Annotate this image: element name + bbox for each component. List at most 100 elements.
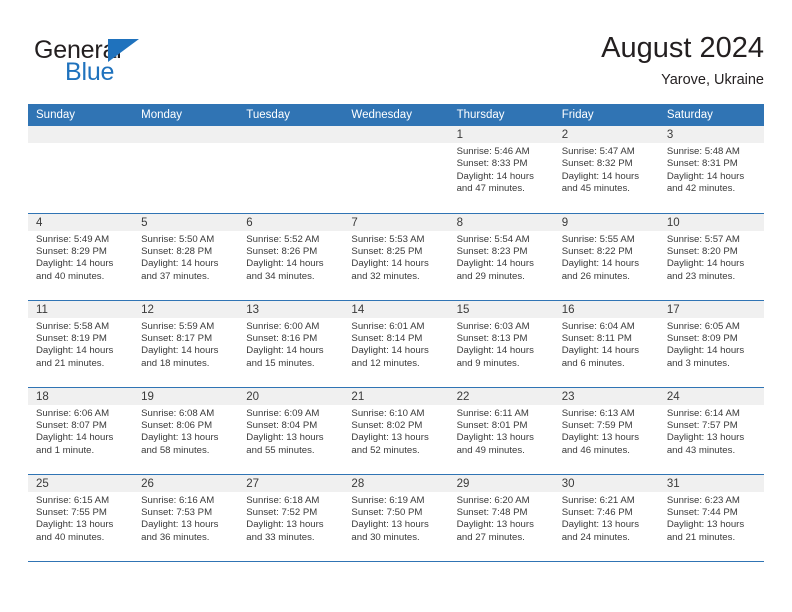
calendar-day-cell[interactable]: 19 Sunrise: 6:08 AM Sunset: 8:06 PM Dayligh… xyxy=(133,386,239,474)
calendar-day-cell[interactable]: 20 Sunrise: 6:09 AM Sunset: 8:04 PM Dayligh… xyxy=(238,386,344,474)
daylight-text-line1: Daylight: 13 hours xyxy=(561,432,640,444)
day-number: 30 xyxy=(553,474,659,492)
calendar-day-cell[interactable]: 10 Sunrise: 5:57 AM Sunset: 8:20 PM Dayligh… xyxy=(658,212,764,300)
calendar-day-cell[interactable]: 18 Sunrise: 6:06 AM Sunset: 8:07 PM Dayligh… xyxy=(28,386,134,474)
day-number: 19 xyxy=(133,387,239,405)
calendar-day-cell[interactable]: 25 Sunrise: 6:15 AM Sunset: 7:55 PM Dayligh… xyxy=(28,473,134,561)
day-details: Sunrise: 6:08 AM Sunset: 8:06 PM Daylight:… xyxy=(133,405,238,458)
calendar-week-row: 4 Sunrise: 5:49 AM Sunset: 8:29 PM Daylight… xyxy=(28,212,764,300)
calendar-day-cell[interactable]: 30 Sunrise: 6:21 AM Sunset: 7:46 PM Dayligh… xyxy=(553,473,659,561)
day-number xyxy=(238,126,344,143)
calendar-day-cell[interactable]: 8 Sunrise: 5:54 AM Sunset: 8:23 PM Daylight… xyxy=(448,212,554,300)
daylight-text-line2: and 29 minutes. xyxy=(456,270,525,282)
calendar-day-cell[interactable]: 2 Sunrise: 5:47 AM Sunset: 8:32 PM Daylight… xyxy=(553,126,659,213)
calendar-day-cell[interactable]: 28 Sunrise: 6:19 AM Sunset: 7:50 PM Dayligh… xyxy=(343,473,449,561)
daylight-text-line2: and 40 minutes. xyxy=(36,531,105,543)
calendar-day-cell-empty xyxy=(343,126,449,213)
logo-text-blue: Blue xyxy=(65,58,115,86)
calendar-week-row: 1 Sunrise: 5:46 AM Sunset: 8:33 PM Daylight… xyxy=(28,126,764,213)
calendar-day-cell[interactable]: 4 Sunrise: 5:49 AM Sunset: 8:29 PM Daylight… xyxy=(28,212,134,300)
sunset-text: Sunset: 8:14 PM xyxy=(351,332,423,344)
calendar-day-cell[interactable]: 12 Sunrise: 5:59 AM Sunset: 8:17 PM Dayligh… xyxy=(133,299,239,387)
weekday-header-wednesday: Wednesday xyxy=(343,104,449,126)
sunrise-text: Sunrise: 6:10 AM xyxy=(351,407,425,419)
sunset-text: Sunset: 8:23 PM xyxy=(456,245,528,257)
daylight-text-line1: Daylight: 14 hours xyxy=(351,345,429,357)
sunrise-text: Sunrise: 6:14 AM xyxy=(666,407,740,419)
daylight-text-line1: Daylight: 14 hours xyxy=(141,258,219,270)
day-details: Sunrise: 5:50 AM Sunset: 8:28 PM Daylight:… xyxy=(133,231,238,284)
day-details: Sunrise: 5:55 AM Sunset: 8:22 PM Daylight:… xyxy=(554,231,659,284)
calendar-day-cell[interactable]: 17 Sunrise: 6:05 AM Sunset: 8:09 PM Dayligh… xyxy=(658,299,764,387)
daylight-text-line2: and 36 minutes. xyxy=(141,531,210,543)
calendar-day-cell[interactable]: 9 Sunrise: 5:55 AM Sunset: 8:22 PM Daylight… xyxy=(553,212,659,300)
calendar-day-cell[interactable]: 24 Sunrise: 6:14 AM Sunset: 7:57 PM Dayligh… xyxy=(658,386,764,474)
daylight-text-line2: and 1 minute. xyxy=(36,444,95,456)
calendar-day-cell[interactable]: 16 Sunrise: 6:04 AM Sunset: 8:11 PM Dayligh… xyxy=(553,299,659,387)
calendar-day-cell[interactable]: 14 Sunrise: 6:01 AM Sunset: 8:14 PM Dayligh… xyxy=(343,299,449,387)
weekday-header-monday: Monday xyxy=(133,104,239,126)
daylight-text-line2: and 58 minutes. xyxy=(141,444,210,456)
day-details: Sunrise: 5:48 AM Sunset: 8:31 PM Daylight:… xyxy=(659,143,764,196)
day-number: 8 xyxy=(448,213,554,231)
title-block: August 2024 Yarove, Ukraine xyxy=(601,30,764,91)
daylight-text-line2: and 52 minutes. xyxy=(351,444,420,456)
calendar-day-cell[interactable]: 7 Sunrise: 5:53 AM Sunset: 8:25 PM Daylight… xyxy=(343,212,449,300)
sunset-text: Sunset: 7:57 PM xyxy=(666,419,738,431)
daylight-text-line1: Daylight: 14 hours xyxy=(666,345,745,357)
day-details: Sunrise: 5:46 AM Sunset: 8:33 PM Daylight:… xyxy=(449,143,554,196)
daylight-text-line1: Daylight: 14 hours xyxy=(141,345,219,357)
calendar-day-cell[interactable]: 26 Sunrise: 6:16 AM Sunset: 7:53 PM Dayligh… xyxy=(133,473,239,561)
daylight-text-line1: Daylight: 13 hours xyxy=(246,519,324,531)
day-details: Sunrise: 6:11 AM Sunset: 8:01 PM Daylight:… xyxy=(449,405,554,458)
calendar-day-cell-empty xyxy=(238,126,344,213)
sunset-text: Sunset: 7:53 PM xyxy=(141,506,213,518)
daylight-text-line1: Daylight: 13 hours xyxy=(666,432,745,444)
daylight-text-line1: Daylight: 13 hours xyxy=(666,519,745,531)
sunset-text: Sunset: 7:46 PM xyxy=(561,506,633,518)
calendar-day-cell[interactable]: 5 Sunrise: 5:50 AM Sunset: 8:28 PM Daylight… xyxy=(133,212,239,300)
sunset-text: Sunset: 7:44 PM xyxy=(666,506,738,518)
calendar-day-cell[interactable]: 23 Sunrise: 6:13 AM Sunset: 7:59 PM Dayligh… xyxy=(553,386,659,474)
daylight-text-line2: and 46 minutes. xyxy=(561,444,630,456)
calendar-day-cell[interactable]: 22 Sunrise: 6:11 AM Sunset: 8:01 PM Dayligh… xyxy=(448,386,554,474)
day-details: Sunrise: 6:05 AM Sunset: 8:09 PM Daylight:… xyxy=(659,318,764,371)
daylight-text-line2: and 47 minutes. xyxy=(456,183,525,195)
day-number: 21 xyxy=(343,387,449,405)
daylight-text-line2: and 18 minutes. xyxy=(141,357,210,369)
daylight-text-line1: Daylight: 13 hours xyxy=(36,519,114,531)
day-details: Sunrise: 6:06 AM Sunset: 8:07 PM Daylight:… xyxy=(28,405,133,458)
calendar-day-cell[interactable]: 6 Sunrise: 5:52 AM Sunset: 8:26 PM Daylight… xyxy=(238,212,344,300)
calendar-day-cell[interactable]: 27 Sunrise: 6:18 AM Sunset: 7:52 PM Dayligh… xyxy=(238,473,344,561)
sunrise-text: Sunrise: 6:16 AM xyxy=(141,494,215,506)
grid-bottom-rule xyxy=(28,561,764,562)
sunset-text: Sunset: 8:02 PM xyxy=(351,419,423,431)
sunrise-text: Sunrise: 6:00 AM xyxy=(246,320,320,332)
calendar-day-cell[interactable]: 13 Sunrise: 6:00 AM Sunset: 8:16 PM Dayligh… xyxy=(238,299,344,387)
daylight-text-line1: Daylight: 13 hours xyxy=(351,432,429,444)
calendar-grid: Sunday Monday Tuesday Wednesday Thursday… xyxy=(28,104,764,561)
calendar-day-cell[interactable]: 31 Sunrise: 6:23 AM Sunset: 7:44 PM Dayligh… xyxy=(658,473,764,561)
day-details: Sunrise: 6:20 AM Sunset: 7:48 PM Daylight:… xyxy=(449,492,554,545)
day-details: Sunrise: 6:19 AM Sunset: 7:50 PM Daylight:… xyxy=(343,492,448,545)
sunrise-text: Sunrise: 5:48 AM xyxy=(666,146,740,157)
general-blue-logo[interactable]: General Blue xyxy=(34,36,234,92)
calendar-day-cell[interactable]: 29 Sunrise: 6:20 AM Sunset: 7:48 PM Dayligh… xyxy=(448,473,554,561)
calendar-day-cell-empty xyxy=(28,126,134,213)
sunset-text: Sunset: 8:33 PM xyxy=(456,158,528,170)
sunrise-text: Sunrise: 5:55 AM xyxy=(561,233,635,245)
sunset-text: Sunset: 8:19 PM xyxy=(36,332,107,344)
day-details: Sunrise: 5:57 AM Sunset: 8:20 PM Daylight:… xyxy=(659,231,764,284)
sunset-text: Sunset: 8:07 PM xyxy=(36,419,107,431)
day-number: 16 xyxy=(553,300,659,318)
day-details: Sunrise: 6:09 AM Sunset: 8:04 PM Daylight:… xyxy=(238,405,343,458)
calendar-day-cell[interactable]: 1 Sunrise: 5:46 AM Sunset: 8:33 PM Daylight… xyxy=(448,126,554,213)
sunset-text: Sunset: 8:04 PM xyxy=(246,419,318,431)
weekday-header-thursday: Thursday xyxy=(448,104,554,126)
calendar-body: 1 Sunrise: 5:46 AM Sunset: 8:33 PM Daylight… xyxy=(28,126,764,561)
sunrise-text: Sunrise: 6:15 AM xyxy=(36,494,110,506)
calendar-day-cell[interactable]: 21 Sunrise: 6:10 AM Sunset: 8:02 PM Dayligh… xyxy=(343,386,449,474)
calendar-day-cell[interactable]: 15 Sunrise: 6:03 AM Sunset: 8:13 PM Dayligh… xyxy=(448,299,554,387)
calendar-day-cell[interactable]: 11 Sunrise: 5:58 AM Sunset: 8:19 PM Dayligh… xyxy=(28,299,134,387)
calendar-day-cell[interactable]: 3 Sunrise: 5:48 AM Sunset: 8:31 PM Daylight… xyxy=(658,126,764,213)
